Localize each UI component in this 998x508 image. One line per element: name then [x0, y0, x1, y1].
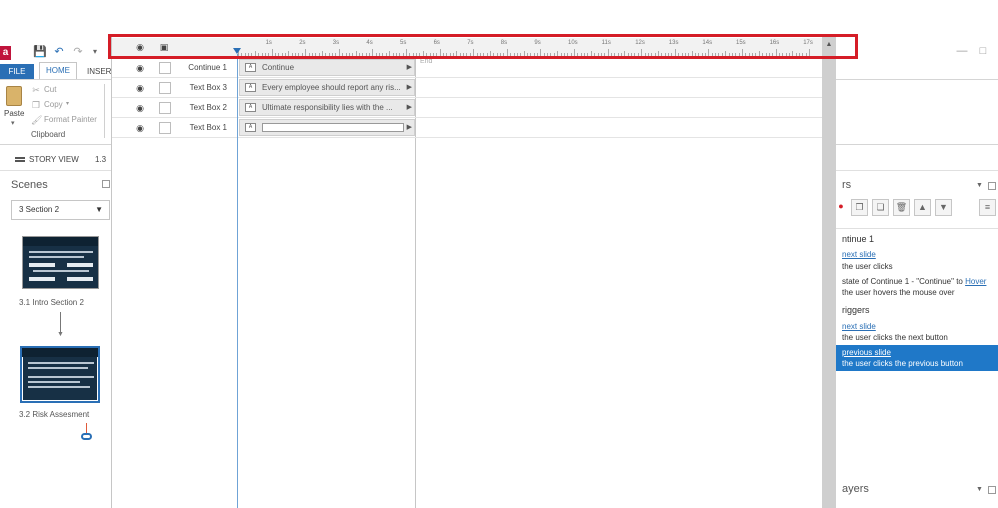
slide-thumbnail-label: 3.2 Risk Assesment — [19, 410, 90, 419]
eye-icon[interactable]: ◉ — [134, 103, 146, 113]
customize-toolbar-icon[interactable]: ▾ — [88, 45, 102, 59]
scene-select-value: 3 Section 2 — [19, 205, 60, 214]
lock-checkbox[interactable] — [159, 122, 171, 134]
timeline-bar[interactable]: A ▶ — [239, 119, 415, 136]
home-tab[interactable]: HOME — [39, 62, 77, 79]
chevron-right-icon[interactable]: ▶ — [407, 100, 412, 115]
pin-panel-icon[interactable] — [988, 486, 996, 494]
save-icon[interactable]: 💾 — [33, 45, 47, 59]
pin-panel-icon[interactable] — [102, 180, 110, 188]
file-tab[interactable]: FILE — [0, 64, 34, 79]
cut-icon: ✂ — [32, 85, 40, 95]
story-view-tab[interactable]: STORY VIEW — [15, 155, 79, 164]
copy-icon: ❐ — [31, 100, 41, 110]
scene-select[interactable]: 3 Section 2 ▼ — [11, 200, 110, 220]
triggers-panel-title: rs — [842, 179, 852, 191]
slide-thumbnail-label: 3.1 Intro Section 2 — [19, 298, 84, 307]
timeline-bar[interactable]: A Every employee should report any ris..… — [239, 79, 415, 96]
story-view-label: STORY VIEW — [29, 155, 79, 164]
copy-dropdown-icon[interactable]: ▾ — [66, 100, 69, 107]
row-object-name: Text Box 1 — [189, 123, 227, 132]
link-icon[interactable] — [81, 433, 92, 440]
cut-button[interactable]: Cut — [44, 85, 56, 94]
pin-panel-icon[interactable] — [988, 182, 996, 190]
timeline-row[interactable]: ◉ Continue 1 A Continue ▶ — [112, 58, 822, 78]
slide-view-tab[interactable]: 1.3 — [95, 155, 106, 164]
timeline-bar-text: Every employee should report any ris... — [262, 83, 401, 92]
trigger-condition: the user clicks — [842, 262, 893, 271]
minimize-icon[interactable]: — — [955, 44, 969, 58]
ruler-highlight-box — [108, 34, 858, 59]
trigger-state-item[interactable]: state of Continue 1 - "Continue" to Hove… — [842, 277, 986, 286]
paste-icon[interactable] — [6, 86, 22, 106]
text-object-icon: A — [245, 103, 256, 112]
clipboard-group-label: Clipboard — [31, 130, 66, 139]
paste-dropdown-icon[interactable]: ▾ — [11, 119, 15, 127]
timeline-row[interactable]: ◉ Text Box 1 A ▶ — [112, 118, 822, 138]
timeline-scrollbar[interactable] — [822, 37, 836, 508]
trigger-state-link[interactable]: Hover — [965, 277, 986, 286]
trigger-action-link[interactable]: next slide — [842, 322, 876, 331]
app-logo: a — [0, 46, 11, 60]
slide-thumbnail-risk-assessment[interactable] — [20, 346, 100, 403]
timeline-row[interactable]: ◉ Text Box 3 A Every employee should rep… — [112, 78, 822, 98]
timeline-bar-text: Continue — [262, 63, 295, 72]
format-painter-button[interactable]: Format Painter — [44, 115, 97, 124]
delete-trigger-marker-icon[interactable]: ● — [836, 199, 846, 216]
chevron-right-icon[interactable]: ▶ — [407, 60, 412, 75]
move-up-icon[interactable]: ▲ — [914, 199, 931, 216]
trigger-state-text: state of Continue 1 - "Continue" to — [842, 277, 966, 286]
scenes-panel-title: Scenes — [11, 179, 48, 191]
object-triggers-heading: ntinue 1 — [842, 234, 875, 244]
redo-icon[interactable]: ↷ — [71, 45, 85, 59]
chevron-down-icon: ▼ — [95, 205, 103, 214]
timeline-bar-text: Ultimate responsibility lies with the ..… — [262, 103, 393, 112]
trash-icon[interactable]: 🗑 — [893, 199, 910, 216]
restore-icon[interactable]: □ — [976, 44, 990, 58]
text-object-icon: A — [245, 83, 256, 92]
copy-button[interactable]: Copy — [44, 100, 63, 109]
collapse-panel-icon[interactable]: ▼ — [976, 486, 983, 493]
row-object-name: Text Box 2 — [189, 103, 227, 112]
text-object-icon: A — [245, 123, 256, 132]
ribbon-separator — [104, 84, 105, 138]
lock-checkbox[interactable] — [159, 82, 171, 94]
slide-thumbnail-intro[interactable] — [22, 236, 99, 289]
copy-trigger-icon[interactable]: ❐ — [851, 199, 868, 216]
connector-arrow-icon: ▼ — [57, 331, 64, 338]
move-down-icon[interactable]: ▼ — [935, 199, 952, 216]
trigger-condition: the user clicks the previous button — [842, 359, 963, 368]
row-object-name: Text Box 3 — [189, 83, 227, 92]
eye-icon[interactable]: ◉ — [134, 63, 146, 73]
trigger-action-link[interactable]: previous slide — [842, 348, 891, 357]
trigger-condition: the user hovers the mouse over — [842, 288, 955, 297]
collapse-panel-icon[interactable]: ▼ — [976, 182, 983, 189]
triggers-toolbar-divider — [836, 228, 998, 229]
timeline-bar[interactable]: A Continue ▶ — [239, 59, 415, 76]
playhead-line — [237, 54, 238, 508]
player-triggers-heading: riggers — [842, 305, 870, 315]
variables-icon[interactable]: ≡ — [979, 199, 996, 216]
format-painter-icon: 🖌 — [31, 115, 43, 125]
trigger-action-link[interactable]: next slide — [842, 250, 876, 259]
chevron-right-icon[interactable]: ▶ — [407, 80, 412, 95]
paste-trigger-icon[interactable]: ❏ — [872, 199, 889, 216]
lock-checkbox[interactable] — [159, 102, 171, 114]
timeline-bar-text — [262, 123, 404, 132]
trigger-condition: the user clicks the next button — [842, 333, 948, 342]
paste-button[interactable]: Paste — [4, 109, 24, 118]
slide-layers-title: ayers — [842, 483, 869, 495]
row-object-name: Continue 1 — [188, 63, 227, 72]
timeline-bar[interactable]: A Ultimate responsibility lies with the … — [239, 99, 415, 116]
chevron-right-icon[interactable]: ▶ — [407, 120, 412, 135]
selected-trigger-row[interactable]: previous slide the user clicks the previ… — [836, 345, 998, 371]
eye-icon[interactable]: ◉ — [134, 123, 146, 133]
timeline-row[interactable]: ◉ Text Box 2 A Ultimate responsibility l… — [112, 98, 822, 118]
text-object-icon: A — [245, 63, 256, 72]
eye-icon[interactable]: ◉ — [134, 83, 146, 93]
undo-icon[interactable]: ↶ — [52, 45, 66, 59]
story-view-icon — [15, 157, 25, 163]
lock-checkbox[interactable] — [159, 62, 171, 74]
